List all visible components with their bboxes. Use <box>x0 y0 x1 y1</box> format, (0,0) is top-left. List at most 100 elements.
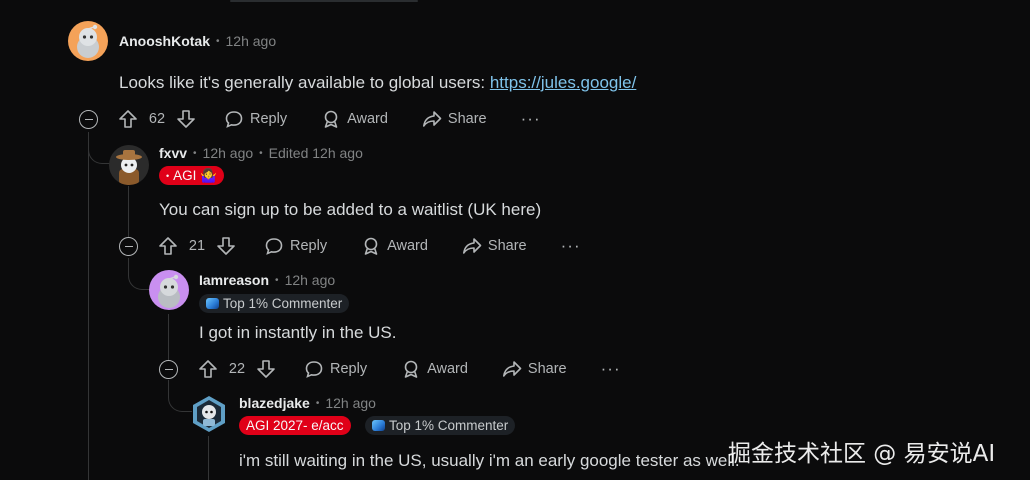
top-commenter-icon <box>206 298 219 309</box>
reply-icon <box>225 111 243 128</box>
username[interactable]: fxvv <box>159 145 187 161</box>
more-options-button[interactable]: ··· <box>521 109 541 129</box>
flair-text: AGI 2027- e/acc <box>246 418 344 433</box>
reply-button[interactable]: Reply <box>304 359 367 379</box>
award-label: Award <box>387 238 428 254</box>
username[interactable]: Iamreason <box>199 272 269 288</box>
vote-count: 62 <box>148 111 166 127</box>
downvote-icon[interactable] <box>176 109 196 129</box>
collapse-button[interactable] <box>79 110 98 129</box>
comment-text: Looks like it's generally available to g… <box>119 73 490 92</box>
thread-line-4 <box>208 436 209 480</box>
flair-dot: • <box>166 170 170 181</box>
flair-text: Top 1% Commenter <box>223 296 343 311</box>
timestamp[interactable]: 12h ago <box>203 145 254 161</box>
thread-line-2 <box>128 186 129 240</box>
share-label: Share <box>487 238 527 254</box>
watermark: 掘金技术社区 @ 易安说AI <box>728 441 996 467</box>
share-button[interactable]: Share <box>462 236 527 256</box>
upvote-icon[interactable] <box>158 236 178 256</box>
vote-group: 22 <box>198 359 276 379</box>
award-label: Award <box>347 111 388 127</box>
award-label: Award <box>427 361 468 377</box>
separator: • <box>193 147 197 159</box>
award-button[interactable]: Award <box>401 359 468 379</box>
timestamp[interactable]: 12h ago <box>226 33 277 49</box>
top-divider <box>230 0 418 2</box>
timestamp[interactable]: 12h ago <box>325 395 376 411</box>
award-button[interactable]: Award <box>321 109 388 129</box>
user-flair: AGI 2027- e/acc <box>239 416 351 435</box>
comment-1-body: Looks like it's generally available to g… <box>119 73 636 93</box>
thread-branch-1 <box>88 132 110 164</box>
comment-3-actions: 22 Reply Award Share ··· <box>198 357 621 381</box>
reply-icon <box>265 238 283 255</box>
comment-4-body: i'm still waiting in the US, usually i'm… <box>239 451 740 470</box>
more-options-button[interactable]: ··· <box>561 236 581 256</box>
award-icon <box>364 237 378 255</box>
comment-2-body: You can sign up to be added to a waitlis… <box>159 200 542 219</box>
vote-group: 21 <box>158 236 236 256</box>
username[interactable]: blazedjake <box>239 395 310 411</box>
collapse-button[interactable] <box>159 360 178 379</box>
avatar-fxvv[interactable] <box>109 145 149 185</box>
avatar-iamreason[interactable] <box>149 270 189 310</box>
user-flair: • AGI 🤷‍♀️ <box>159 166 224 185</box>
flair-text: Top 1% Commenter <box>389 418 509 433</box>
user-flair: Top 1% Commenter <box>199 294 350 313</box>
award-icon <box>324 110 338 128</box>
thread-line-1 <box>88 132 89 480</box>
separator: • <box>216 35 220 47</box>
vote-group: 62 <box>118 109 196 129</box>
upvote-icon[interactable] <box>118 109 138 129</box>
comment-1-actions: 62 Reply Award Share ··· <box>118 107 541 131</box>
vote-count: 22 <box>228 361 246 377</box>
more-options-button[interactable]: ··· <box>601 359 621 379</box>
reply-label: Reply <box>250 111 288 127</box>
comment-4-meta: blazedjake • 12h ago <box>239 395 376 411</box>
snoo-icon <box>158 274 180 308</box>
comment-3-meta: Iamreason • 12h ago <box>199 272 335 288</box>
snoo-icon <box>77 24 99 58</box>
top-commenter-icon <box>372 420 385 431</box>
downvote-icon[interactable] <box>256 359 276 379</box>
comment-3-body: I got in instantly in the US. <box>199 323 397 342</box>
thread-branch-3 <box>168 380 192 412</box>
share-button[interactable]: Share <box>502 359 567 379</box>
reply-button[interactable]: Reply <box>264 236 327 256</box>
collapse-button[interactable] <box>119 237 138 256</box>
reply-button[interactable]: Reply <box>224 109 287 129</box>
snoo-hex-icon <box>193 396 225 432</box>
avatar-anooshkotak[interactable] <box>68 21 108 61</box>
share-button[interactable]: Share <box>422 109 487 129</box>
reply-icon <box>305 361 323 378</box>
user-flair-secondary: Top 1% Commenter <box>365 416 516 435</box>
comment-1-meta: AnooshKotak • 12h ago <box>119 33 276 49</box>
reply-label: Reply <box>290 238 328 254</box>
snoo-cowboy-icon <box>116 150 142 185</box>
vote-count: 21 <box>188 238 206 254</box>
upvote-icon[interactable] <box>198 359 218 379</box>
award-icon <box>404 360 418 378</box>
edited-label: Edited 12h ago <box>268 145 363 161</box>
share-icon <box>422 111 442 127</box>
downvote-icon[interactable] <box>216 236 236 256</box>
separator: • <box>315 397 320 409</box>
share-icon <box>462 238 482 254</box>
thread-line-3 <box>168 314 169 360</box>
comment-2-actions: 21 Reply Award Share ··· <box>158 234 581 258</box>
comment-link[interactable]: https://jules.google/ <box>490 73 636 92</box>
avatar-blazedjake[interactable] <box>189 394 229 434</box>
share-label: Share <box>527 361 567 377</box>
timestamp[interactable]: 12h ago <box>285 272 336 288</box>
reply-label: Reply <box>330 361 368 377</box>
share-label: Share <box>447 111 487 127</box>
thread-branch-2 <box>128 258 150 290</box>
separator: • <box>275 274 279 286</box>
comment-2-meta: fxvv • 12h ago • Edited 12h ago <box>159 145 363 161</box>
award-button[interactable]: Award <box>361 236 428 256</box>
username[interactable]: AnooshKotak <box>119 33 210 49</box>
flair-text: AGI 🤷‍♀️ <box>173 167 217 183</box>
share-icon <box>502 361 522 377</box>
separator: • <box>259 147 263 159</box>
